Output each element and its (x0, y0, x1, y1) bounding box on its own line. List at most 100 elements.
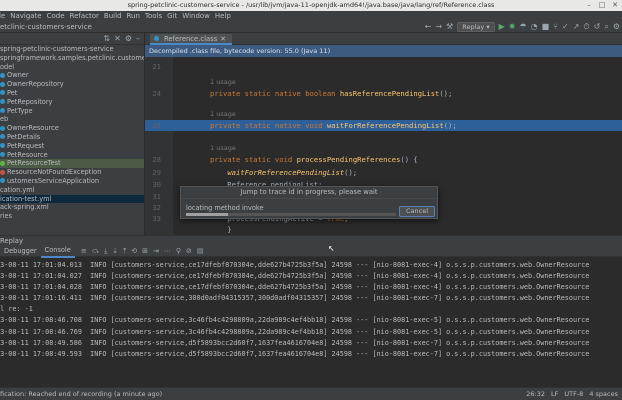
menu-item-1[interactable]: Navigate (10, 11, 41, 21)
code-token: waitForReferencePendingList (326, 121, 444, 130)
rollback-icon[interactable]: ↺ (594, 22, 601, 32)
menu-item-8[interactable]: Window (182, 11, 210, 21)
tree-item[interactable]: PetRequest (0, 142, 144, 151)
menu-item-9[interactable]: Help (215, 11, 231, 21)
cancel-button[interactable]: Cancel (399, 206, 435, 217)
tree-item[interactable]: PetResourceTest (0, 159, 144, 169)
code-line[interactable]: 1 usage (145, 77, 622, 88)
layout-icon[interactable]: ▤ (197, 247, 204, 255)
code-line[interactable]: 24 private static native boolean hasRefer… (145, 88, 622, 99)
tree-item[interactable]: PetRepository (0, 98, 144, 107)
menu-item-5[interactable]: Run (126, 11, 139, 21)
code-text: private static native void waitForRefere… (210, 120, 457, 131)
menu-item-0[interactable]: ile (0, 11, 5, 21)
forward-arrow-icon[interactable]: → (435, 22, 442, 32)
push-icon[interactable]: ↗ (573, 22, 580, 32)
menu-item-6[interactable]: Tools (145, 11, 162, 21)
tree-item-label: ustomersServiceApplication (7, 176, 100, 185)
code-line[interactable]: 29 waitForReferencePendingList(); (145, 167, 622, 178)
collapse-icon[interactable]: ⇅ (103, 34, 110, 44)
status-message: fication: Reached end of recording (a mi… (0, 390, 163, 398)
tree-item[interactable]: OwnerResource (0, 124, 144, 133)
code-line[interactable]: 28 private static void processPendingRefe… (145, 154, 622, 165)
run-icon[interactable]: ▶ (499, 22, 505, 32)
tree-item[interactable]: spring-petclinic-customers-service (0, 45, 144, 54)
menu-item-2[interactable]: Code (47, 11, 65, 21)
update-icon[interactable]: ✓ (562, 22, 569, 32)
project-breadcrumb[interactable]: etclinic-customers-service (0, 21, 92, 33)
editor-tabs: Reference.class ✕ (145, 33, 622, 45)
git-icon[interactable]: ⑂ (553, 22, 558, 32)
tree-item[interactable]: ResourceNotFoundException (0, 168, 144, 177)
close-tab-icon[interactable]: ✕ (220, 34, 226, 44)
class-icon (0, 99, 5, 105)
console-log[interactable]: 23-08-11 17:01:04.013 INFO [customers-se… (0, 260, 622, 360)
menu-item-7[interactable]: Git (167, 11, 177, 21)
maximize-icon[interactable]: □ (598, 1, 606, 9)
force-step-icon[interactable]: ⇣ (112, 247, 118, 255)
filter-icon[interactable]: ⚲ (176, 247, 181, 255)
tree-item[interactable]: cation.yml (0, 186, 144, 195)
settings-icon[interactable]: ⚙ (613, 22, 620, 32)
tree-item-label: PetRepository (7, 97, 53, 106)
tree-item-label: ack-spring.xml (0, 203, 49, 212)
debug-icon[interactable]: ✹ (509, 22, 516, 32)
indent-setting[interactable]: 4 spaces (589, 388, 618, 400)
caret-position[interactable]: 26:32 (526, 388, 545, 400)
minimize-icon[interactable]: – (585, 1, 593, 9)
file-encoding[interactable]: UTF-8 (564, 388, 583, 400)
search-icon[interactable]: ⌕ (604, 22, 608, 32)
profile-icon[interactable]: ◔ (531, 22, 538, 32)
editor-tab-label: Reference.class (164, 34, 218, 43)
code-token: () { (400, 155, 418, 164)
evaluate-icon[interactable]: ⊞ (142, 247, 148, 255)
tree-item[interactable]: ack-spring.xml (0, 203, 144, 212)
progress-fill (186, 213, 228, 216)
editor-tab-reference[interactable]: Reference.class ✕ (150, 34, 232, 45)
back-arrow-icon[interactable]: ← (425, 22, 432, 32)
hammer-icon[interactable]: ⚒ (446, 22, 453, 32)
step-out-icon[interactable]: ⤒ (123, 247, 126, 256)
tree-item[interactable]: ries (0, 212, 144, 221)
code-token: waitForReferencePendingList (227, 168, 345, 177)
history-icon[interactable]: ⏱ (583, 22, 589, 32)
stop-icon[interactable]: ■ (542, 22, 550, 32)
close-panel-icon[interactable]: ✕ (114, 34, 121, 44)
mute-icon[interactable]: ⊘ (186, 247, 192, 255)
tree-item[interactable]: odel (0, 63, 144, 72)
tree-item[interactable]: Owner (0, 71, 144, 80)
tree-item[interactable]: ication-test.yml (0, 194, 144, 204)
tab-console[interactable]: Console (40, 245, 75, 258)
tree-item[interactable]: PetType (0, 107, 144, 116)
window-title: spring-petclinic-customers-service - /us… (127, 1, 495, 9)
step-over-icon[interactable]: ⤼ (92, 247, 99, 256)
tree-item[interactable]: ustomersServiceApplication (0, 177, 144, 186)
menu-item-3[interactable]: Refactor (70, 11, 99, 21)
code-line[interactable]: } (145, 224, 622, 235)
line-separator[interactable]: LF (551, 388, 558, 400)
menu-item-4[interactable]: Build (104, 11, 122, 21)
code-line[interactable]: 21 (145, 61, 622, 72)
tree-item[interactable]: springframework.samples.petclinic.custom… (0, 54, 144, 63)
tree-item[interactable]: PetResource (0, 151, 144, 160)
cursor-icon[interactable]: ⇥ (153, 247, 159, 255)
tree-item[interactable]: OwnerRepository (0, 80, 144, 89)
tree-item[interactable]: PetDetails (0, 133, 144, 142)
minimize-panel-icon[interactable]: – (136, 34, 140, 44)
tree-item[interactable]: Pet (0, 89, 144, 98)
step-into-icon[interactable]: ⤓ (104, 247, 107, 256)
reset-frame-icon[interactable]: ⟲ (131, 247, 137, 255)
tree-item[interactable]: eb (0, 115, 144, 124)
code-line[interactable]: 26 private static native void waitForRefe… (145, 120, 622, 131)
code-line[interactable]: 1 usage (145, 109, 622, 120)
menu-icon[interactable]: ≡ (81, 247, 87, 255)
close-icon[interactable]: ✕ (611, 1, 619, 9)
gear-icon[interactable]: ⚙ (125, 34, 132, 44)
tab-debugger[interactable]: Debugger (0, 246, 41, 257)
coverage-icon[interactable]: ☂ (519, 22, 526, 32)
trace-icon[interactable]: ⋯ (164, 247, 171, 255)
run-config-dropdown[interactable]: Replay ▾ (457, 22, 495, 32)
tree-item-label: eb (0, 115, 9, 124)
code-line[interactable]: 1 usage (145, 143, 622, 154)
project-panel: ⇅ ✕ ⚙ – spring-petclinic-customers-servi… (0, 33, 145, 235)
